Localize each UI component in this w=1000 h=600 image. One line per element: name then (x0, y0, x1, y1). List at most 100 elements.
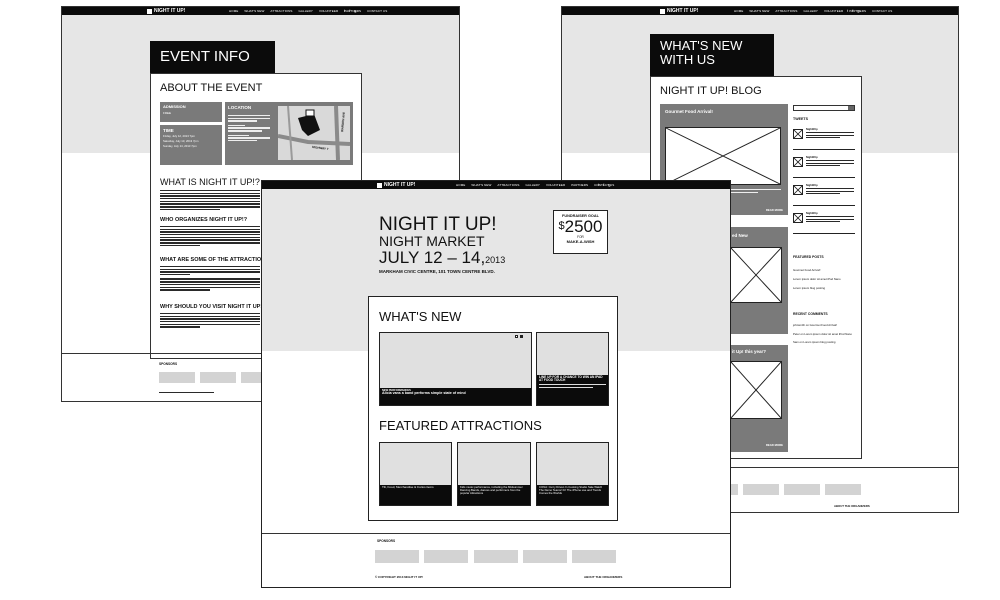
featured-attractions-heading: FEATURED ATTRACTIONS (379, 418, 542, 433)
search-icon[interactable] (848, 106, 854, 110)
nav-link-gallery[interactable]: GALLERY (298, 9, 313, 13)
google-icon[interactable]: g (857, 8, 859, 13)
sponsor-logo[interactable] (474, 550, 518, 563)
nav-link-volunteer[interactable]: VOLUNTEER (319, 9, 338, 13)
sponsor-logo[interactable] (523, 550, 567, 563)
read-more-link[interactable]: READ MORE (766, 443, 783, 447)
nav-link-contact[interactable]: CONTACT US (367, 9, 387, 13)
who-heading: WHO ORGANIZES NIGHT IT UP!? (160, 217, 248, 223)
what-is-heading: WHAT IS NIGHT IT UP!? (160, 177, 260, 187)
recent-comment-link[interactable]: Peter on Lorem ipsum dolor sit amet iPod… (793, 332, 855, 337)
sponsor-logo[interactable] (159, 372, 195, 383)
who-text (160, 226, 260, 248)
facebook-icon[interactable]: f (603, 182, 604, 187)
social-links: t f g (344, 8, 356, 13)
site-logo[interactable]: NIGHT IT UP! (660, 8, 698, 14)
side-feature[interactable]: LINE UP FOR A CHANCE TO WIN AN IPAD AT F… (536, 332, 609, 406)
caption-body: Alicia vans a band performs simple state… (382, 391, 466, 396)
sponsor-logo[interactable] (784, 484, 820, 495)
twitter-icon[interactable]: t (847, 8, 848, 13)
time-lines: Friday, July 12, 2013 7pm Saturday, July… (160, 134, 222, 149)
carousel-dot[interactable] (520, 335, 523, 338)
nav-link-volunteer[interactable]: VOLUNTEER (824, 9, 843, 13)
whats-new-feature[interactable]: NEW PERFORMANCES Alicia vans a band perf… (379, 332, 532, 406)
attraction-card[interactable]: Tilt, Food, Merchandise & Curios items (379, 442, 452, 506)
social-links: t f g (598, 182, 610, 187)
featured-post-link[interactable]: Lorem ipsum blog posting (793, 284, 855, 293)
nav-link-attractions[interactable]: ATTRACTIONS (270, 9, 292, 13)
nav-links: HOME WHAT'S NEW ATTRACTIONS GALLERY VOLU… (229, 9, 387, 13)
hero-venue: MARKHAM CIVIC CENTRE, 101 TOWN CENTRE BL… (379, 269, 495, 274)
tweet-author[interactable]: NightItUp (806, 128, 818, 131)
post-title[interactable]: ed New (732, 233, 748, 238)
recent-comments-list: johnsmith on Gourmet Food Arrival! Peter… (793, 323, 855, 345)
tweet-author[interactable]: NightItUp (806, 212, 818, 215)
tweet-item: NightItUp (793, 156, 855, 178)
main-content-panel: WHAT'S NEW NEW PERFORMANCES Alicia vans … (368, 296, 618, 521)
nav-link-gallery[interactable]: GALLERY (525, 183, 540, 187)
nav-link-whats-new[interactable]: WHAT'S NEW (749, 9, 769, 13)
google-icon[interactable]: g (608, 182, 610, 187)
nav-link-whats-new[interactable]: WHAT'S NEW (471, 183, 491, 187)
featured-post-link[interactable]: Gourmet Food Arrival! (793, 266, 855, 275)
site-logo[interactable]: NIGHT IT UP! (147, 8, 185, 14)
hero-dates: JULY 12 – 14,2013 (379, 248, 506, 267)
tweet-author[interactable]: NightItUp (806, 156, 818, 159)
nav-link-home[interactable]: HOME (456, 183, 465, 187)
nav-link-contact[interactable]: CONTACT US (872, 9, 892, 13)
nav-link-home[interactable]: HOME (229, 9, 238, 13)
read-more-link[interactable]: READ MORE (766, 208, 783, 212)
nav-link-whats-new[interactable]: WHAT'S NEW (244, 9, 264, 13)
tweet-author[interactable]: NightItUp (806, 184, 818, 187)
post-title[interactable]: Gourmet Food Arrival! (665, 109, 713, 114)
nav-link-home[interactable]: HOME (734, 9, 743, 13)
twitter-icon[interactable]: t (598, 182, 599, 187)
facebook-icon[interactable]: f (349, 8, 350, 13)
sponsor-logo[interactable] (743, 484, 779, 495)
nav-link-attractions[interactable]: ATTRACTIONS (775, 9, 797, 13)
about-organizers-link[interactable]: ABOUT THE ORGANIZERS (834, 504, 870, 508)
tweet-item: NightItUp (793, 212, 855, 234)
tweet-item: NightItUp (793, 128, 855, 150)
sponsor-logo[interactable] (200, 372, 236, 383)
featured-post-link[interactable]: Lorem ipsum dolor sit amet iPod Nano (793, 275, 855, 284)
site-logo[interactable]: NIGHT IT UP! (377, 182, 415, 188)
sponsor-logo[interactable] (825, 484, 861, 495)
nav-links: HOME WHAT'S NEW ATTRACTIONS GALLERY VOLU… (734, 9, 892, 13)
featured-posts-heading: FEATURED POSTS (793, 255, 824, 259)
footer-divider (262, 533, 730, 534)
about-organizers-link[interactable]: ABOUT THE ORGANIZERS (584, 575, 622, 579)
sponsor-logo[interactable] (572, 550, 616, 563)
fundraiser-goal-box: FUNDRAISER GOAL $2500 FOR MAKE-A-WISH (553, 210, 608, 254)
google-icon[interactable]: g (354, 8, 356, 13)
sponsor-logo[interactable] (375, 550, 419, 563)
why-text (160, 313, 260, 329)
about-heading: ABOUT THE EVENT (160, 82, 263, 94)
nav-link-volunteer[interactable]: VOLUNTEER (546, 183, 565, 187)
nav-link-partners[interactable]: PARTNERS (571, 183, 588, 187)
side-caption-text (539, 384, 606, 388)
tweet-text (806, 188, 854, 196)
social-links: t f g (847, 8, 859, 13)
logo-icon (377, 182, 382, 188)
recent-comment-link[interactable]: johnsmith on Gourmet Food Arrival! (793, 323, 855, 328)
time-box: TIME Friday, July 12, 2013 7pm Saturday,… (160, 125, 222, 165)
fund-charity: MAKE-A-WISH (566, 239, 595, 244)
nav-link-gallery[interactable]: GALLERY (803, 9, 818, 13)
nav-link-attractions[interactable]: ATTRACTIONS (497, 183, 519, 187)
sponsor-logo[interactable] (424, 550, 468, 563)
facebook-icon[interactable]: f (852, 8, 853, 13)
carousel-dot[interactable] (515, 335, 518, 338)
tweet-text (806, 216, 854, 224)
time-line-3: Sunday, July 14, 2013 7pm (163, 144, 197, 148)
attraction-caption: CONA: Curry Driven In Cooking Studio Sal… (537, 485, 608, 505)
whats-new-heading: WHAT'S NEW (379, 309, 462, 324)
twitter-icon[interactable]: t (344, 8, 345, 13)
search-input[interactable] (793, 105, 855, 111)
attraction-card[interactable]: Kids music performance, including the Mi… (457, 442, 531, 506)
recent-comment-link[interactable]: Sam on Lorem ipsum blog posting (793, 340, 855, 345)
location-map[interactable]: HIGHWAY 7 WARDEN AVE (277, 105, 351, 161)
attraction-card[interactable]: CONA: Curry Driven In Cooking Studio Sal… (536, 442, 609, 506)
home-page: NIGHT IT UP! HOME WHAT'S NEW ATTRACTIONS… (261, 180, 731, 588)
post-title[interactable]: it Up! this year? (732, 349, 766, 354)
